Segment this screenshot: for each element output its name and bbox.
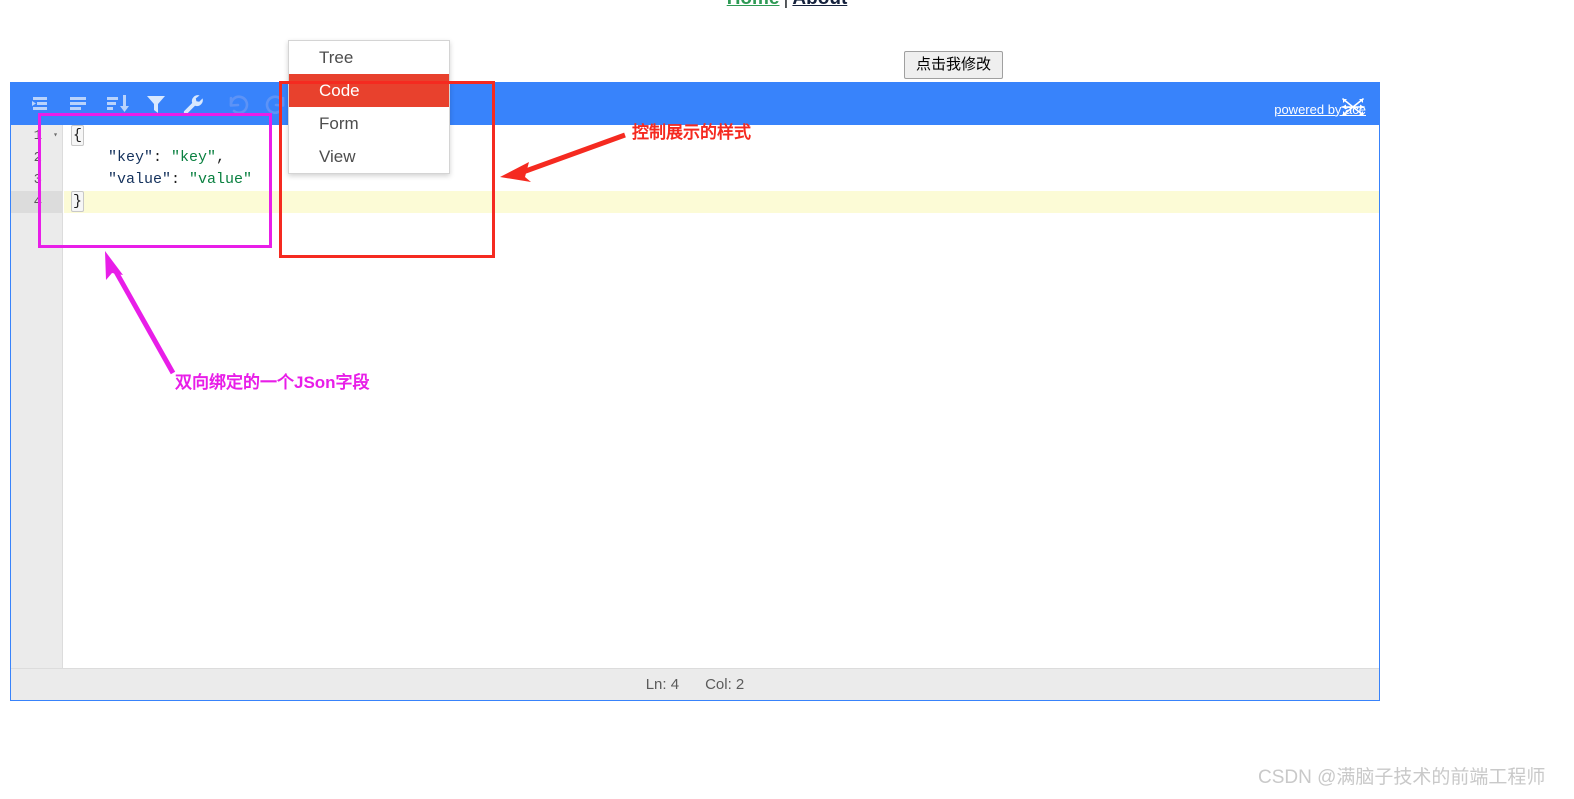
sort-icon[interactable] [104, 92, 130, 118]
line-number: 1 ▾ [11, 125, 62, 147]
json-value: "key" [171, 149, 217, 166]
menu-item-form[interactable]: Form [289, 107, 449, 140]
collapse-all-icon[interactable] [66, 92, 92, 118]
nav-separator: | [779, 0, 792, 9]
colon: : [171, 171, 190, 188]
code-line-active: } [64, 191, 1379, 213]
line-number-value: 1 [33, 128, 42, 144]
fold-toggle-icon[interactable]: ▾ [53, 125, 58, 147]
open-brace: { [71, 125, 85, 146]
modify-json-button[interactable]: 点击我修改 [904, 51, 1004, 79]
editor-status-bar: Ln: 4 Col: 2 [11, 668, 1379, 700]
code-editor-area[interactable]: 1 ▾ 2 3 4 { "key": "key", "value": "valu… [11, 125, 1379, 668]
annotation-label-json-field: 双向绑定的一个JSon字段 [175, 373, 370, 392]
json-key: "value" [108, 171, 172, 188]
status-column-indicator: Col: 2 [705, 676, 745, 693]
wrench-icon[interactable] [181, 92, 207, 118]
code-content[interactable]: { "key": "key", "value": "value" } [64, 125, 1379, 668]
line-number-value: 2 [33, 150, 42, 166]
close-brace: } [71, 191, 85, 212]
powered-by-ace-link[interactable]: powered by ace [1274, 95, 1368, 123]
undo-icon[interactable] [225, 92, 251, 118]
menu-item-tree[interactable]: Tree [289, 41, 449, 74]
redo-icon[interactable] [263, 92, 289, 118]
expand-all-icon[interactable] [28, 92, 54, 118]
line-number: 2 [11, 147, 62, 169]
top-navigation: Home|About [0, 0, 1574, 10]
json-value: "value" [189, 171, 253, 188]
nav-link-about[interactable]: About [792, 0, 847, 9]
nav-link-home[interactable]: Home [727, 0, 780, 9]
code-line: "value": "value" [64, 169, 1379, 191]
line-number-active: 4 [11, 191, 62, 213]
mode-dropdown-menu[interactable]: Tree Code Form View [288, 40, 450, 174]
filter-icon[interactable] [143, 92, 169, 118]
json-key: "key" [108, 149, 154, 166]
annotation-label-mode: 控制展示的样式 [632, 123, 751, 142]
line-number-gutter: 1 ▾ 2 3 4 [11, 125, 63, 668]
line-number-value: 4 [33, 194, 42, 210]
comma: , [216, 149, 226, 166]
line-number-value: 3 [33, 172, 42, 188]
line-number: 3 [11, 169, 62, 191]
code-line: "key": "key", [64, 147, 1379, 169]
colon: : [153, 149, 172, 166]
csdn-watermark: CSDN @满脑子技术的前端工程师 [1258, 767, 1546, 788]
menu-item-view[interactable]: View [289, 140, 449, 173]
menu-item-code[interactable]: Code [289, 74, 449, 107]
ace-logo-icon [1338, 94, 1368, 123]
status-line-indicator: Ln: 4 [645, 676, 680, 693]
